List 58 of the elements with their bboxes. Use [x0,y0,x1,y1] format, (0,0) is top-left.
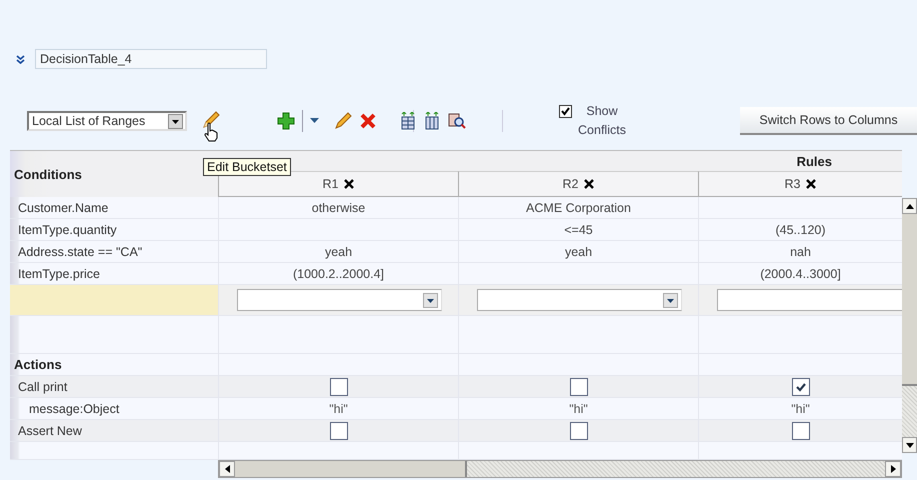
add-icon[interactable] [277,112,295,130]
table-arrow-icon[interactable] [424,112,440,130]
action-checkbox[interactable] [570,378,588,396]
collapse-icon[interactable] [16,54,25,64]
table-cell[interactable]: (45..120) [775,222,826,236]
table-arrow-icon[interactable] [400,112,416,130]
action-checkbox[interactable] [330,422,348,440]
scroll-down-icon[interactable] [906,442,914,448]
action-label[interactable]: Call print [18,380,68,394]
vertical-scrollbar[interactable] [902,198,917,453]
delete-icon[interactable] [344,179,354,189]
checkmark-icon [560,106,571,117]
table-cell[interactable] [10,442,218,460]
action-checkbox[interactable] [570,422,588,440]
table-cell[interactable]: "hi" [791,402,810,416]
tooltip: Edit Bucketset [203,158,291,176]
table-cell[interactable]: "hi" [329,402,348,416]
condition-label[interactable]: Address.state == "CA" [18,244,142,258]
column-header: Rules [796,154,832,168]
table-cell[interactable]: (2000.4..3000] [760,266,841,280]
table-cell[interactable]: <=45 [564,222,593,236]
hand-cursor-icon [203,122,219,142]
condition-label[interactable]: Customer.Name [18,200,108,214]
scroll-left-icon[interactable] [224,465,230,473]
table-cell[interactable] [698,197,902,219]
table-cell[interactable]: (1000.2..2000.4] [292,266,384,280]
table-cell[interactable] [10,316,218,354]
section-heading: Actions [14,357,62,372]
delete-icon[interactable] [584,179,594,189]
action-checkbox[interactable] [792,378,810,396]
action-checkbox[interactable] [792,422,810,440]
checkmark-icon [794,380,806,392]
rule-header[interactable]: R2 [562,177,578,191]
horizontal-scrollbar[interactable] [218,460,902,478]
condition-label[interactable]: ItemType.quantity [18,222,117,236]
delete-icon[interactable] [806,179,816,189]
table-cell[interactable] [218,316,458,354]
switch-rows-button[interactable]: Switch Rows to Columns [740,107,917,135]
table-cell[interactable]: otherwise [312,200,366,214]
rule-header[interactable]: R3 [784,177,800,191]
action-checkbox[interactable] [330,378,348,396]
table-cell[interactable]: nah [790,244,811,258]
table-cell[interactable]: ACME Corporation [526,200,631,214]
dropdown-caret-icon[interactable] [310,118,319,124]
table-cell[interactable]: yeah [324,244,352,258]
scroll-right-icon[interactable] [890,465,896,473]
table-search-icon[interactable] [448,112,466,130]
checkbox-label: Show Conflicts [577,103,627,139]
table-cell[interactable]: "hi" [569,402,588,416]
condition-label[interactable]: ItemType.price [18,266,100,280]
bucketset-select[interactable]: Local List of Ranges [27,111,187,131]
name-field[interactable]: DecisionTable_4 [35,49,267,69]
action-label[interactable]: Assert New [18,424,82,438]
table-cell[interactable]: yeah [564,244,592,258]
rule-header[interactable]: R1 [322,177,338,191]
action-label[interactable]: message:Object [29,402,120,416]
show-conflicts-checkbox[interactable] [559,105,572,118]
scroll-up-icon[interactable] [906,204,914,208]
